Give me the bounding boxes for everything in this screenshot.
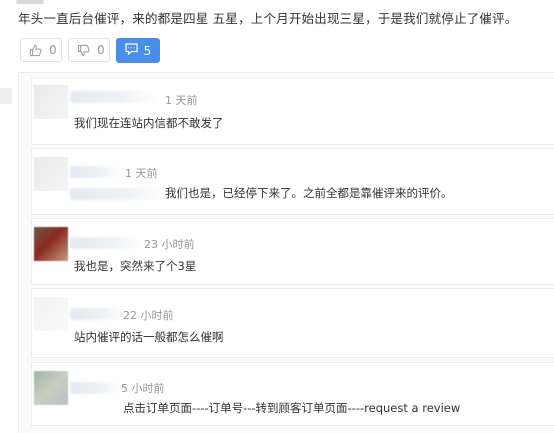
thumbs-up-icon [29,44,42,57]
avatar [34,297,68,331]
username-redacted [70,237,142,249]
comment-icon [125,43,138,58]
reply-timestamp: 5 小时前 [121,382,165,395]
username-redacted [70,382,122,394]
post-text: 年头一直后台催评，来的都是四星 五星，上个月开始出现三星，于是我们就停止了催评。 [18,11,518,26]
like-count: 0 [49,43,57,57]
avatar [34,371,68,405]
like-button[interactable]: 0 [20,38,62,62]
thumbs-down-icon [77,44,90,57]
reply-text: 我也是，突然来了个3星 [74,259,197,273]
reply-timestamp: 1 天前 [165,94,198,107]
avatar [34,85,68,119]
dislike-button[interactable]: 0 [68,38,110,62]
reply-item: 5 小时前 点击订单页面----订单号---转到顾客订单页面----reques… [31,362,554,426]
avatar [34,157,68,191]
username-redacted [70,308,126,320]
reply-text: 点击订单页面----订单号---转到顾客订单页面----request a re… [123,401,461,415]
reply-timestamp: 22 小时前 [123,309,174,322]
reply-timestamp: 1 天前 [125,167,158,180]
username-redacted [70,91,158,103]
scroll-marker [0,88,12,104]
username-redacted [70,166,122,178]
comment-count: 5 [143,43,152,58]
truncated-header [16,0,44,4]
reply-timestamp: 23 小时前 [144,238,195,251]
reply-text: 站内催评的话一般都怎么催啊 [74,330,224,344]
reply-item: 22 小时前 站内催评的话一般都怎么催啊 [31,288,554,358]
reply-text: 我们现在连站内信都不敢发了 [74,116,224,130]
comments-button[interactable]: 5 [116,38,160,63]
dislike-count: 0 [97,43,105,57]
reply-text: 我们也是，已经停下来了。之前全都是靠催评来的评价。 [165,186,453,200]
reply-item: 1 天前 我们也是，已经停下来了。之前全都是靠催评来的评价。 [31,148,554,215]
reply-item: 23 小时前 我也是，突然来了个3星 [31,218,554,285]
reply-item: 1 天前 我们现在连站内信都不敢发了 [31,78,554,145]
avatar [34,227,68,261]
quoted-text-redacted [70,188,166,200]
